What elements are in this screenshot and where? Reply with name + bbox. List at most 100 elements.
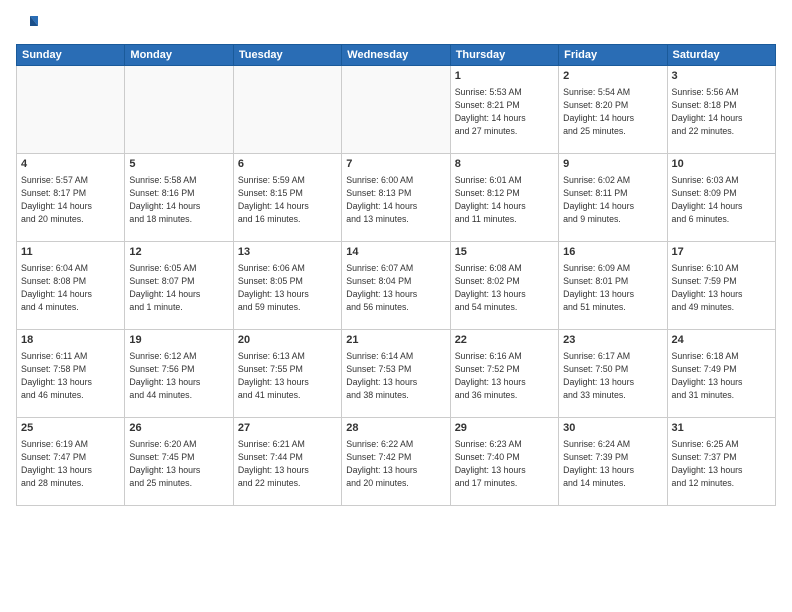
calendar-cell: 3 Sunrise: 5:56 AMSunset: 8:18 PMDaylight… xyxy=(667,66,775,154)
logo xyxy=(16,12,44,36)
day-info: Sunrise: 5:58 AMSunset: 8:16 PMDaylight:… xyxy=(129,174,228,225)
day-header-friday: Friday xyxy=(559,45,667,66)
calendar-cell: 5 Sunrise: 5:58 AMSunset: 8:16 PMDaylight… xyxy=(125,154,233,242)
day-number: 5 xyxy=(129,157,228,172)
day-info: Sunrise: 5:59 AMSunset: 8:15 PMDaylight:… xyxy=(238,174,337,225)
day-number: 9 xyxy=(563,157,662,172)
calendar-cell: 22 Sunrise: 6:16 AMSunset: 7:52 PMDayligh… xyxy=(450,330,558,418)
week-row-5: 25 Sunrise: 6:19 AMSunset: 7:47 PMDayligh… xyxy=(17,418,776,506)
day-number: 23 xyxy=(563,333,662,348)
day-number: 24 xyxy=(672,333,771,348)
day-number: 29 xyxy=(455,421,554,436)
day-number: 15 xyxy=(455,245,554,260)
day-info: Sunrise: 6:22 AMSunset: 7:42 PMDaylight:… xyxy=(346,438,445,489)
day-info: Sunrise: 6:13 AMSunset: 7:55 PMDaylight:… xyxy=(238,350,337,401)
day-number: 31 xyxy=(672,421,771,436)
day-header-sunday: Sunday xyxy=(17,45,125,66)
day-info: Sunrise: 6:07 AMSunset: 8:04 PMDaylight:… xyxy=(346,262,445,313)
day-number: 26 xyxy=(129,421,228,436)
day-number: 17 xyxy=(672,245,771,260)
calendar-cell: 4 Sunrise: 5:57 AMSunset: 8:17 PMDaylight… xyxy=(17,154,125,242)
day-number: 28 xyxy=(346,421,445,436)
day-header-tuesday: Tuesday xyxy=(233,45,341,66)
page: SundayMondayTuesdayWednesdayThursdayFrid… xyxy=(0,0,792,612)
calendar-cell: 29Sunrise: 6:23 AMSunset: 7:40 PMDayligh… xyxy=(450,418,558,506)
day-header-wednesday: Wednesday xyxy=(342,45,450,66)
calendar-cell: 24 Sunrise: 6:18 AMSunset: 7:49 PMDayligh… xyxy=(667,330,775,418)
day-number: 16 xyxy=(563,245,662,260)
day-info: Sunrise: 6:21 AMSunset: 7:44 PMDaylight:… xyxy=(238,438,337,489)
day-number: 13 xyxy=(238,245,337,260)
day-info: Sunrise: 6:10 AMSunset: 7:59 PMDaylight:… xyxy=(672,262,771,313)
calendar-cell: 9 Sunrise: 6:02 AMSunset: 8:11 PMDaylight… xyxy=(559,154,667,242)
day-info: Sunrise: 6:24 AMSunset: 7:39 PMDaylight:… xyxy=(563,438,662,489)
day-info: Sunrise: 6:19 AMSunset: 7:47 PMDaylight:… xyxy=(21,438,120,489)
day-info: Sunrise: 6:02 AMSunset: 8:11 PMDaylight:… xyxy=(563,174,662,225)
calendar-cell: 30Sunrise: 6:24 AMSunset: 7:39 PMDayligh… xyxy=(559,418,667,506)
day-info: Sunrise: 6:18 AMSunset: 7:49 PMDaylight:… xyxy=(672,350,771,401)
calendar-cell: 16 Sunrise: 6:09 AMSunset: 8:01 PMDayligh… xyxy=(559,242,667,330)
calendar-cell: 21Sunrise: 6:14 AMSunset: 7:53 PMDayligh… xyxy=(342,330,450,418)
calendar-cell: 13 Sunrise: 6:06 AMSunset: 8:05 PMDayligh… xyxy=(233,242,341,330)
day-header-saturday: Saturday xyxy=(667,45,775,66)
day-info: Sunrise: 5:54 AMSunset: 8:20 PMDaylight:… xyxy=(563,86,662,137)
calendar-cell xyxy=(17,66,125,154)
calendar-cell xyxy=(125,66,233,154)
day-number: 25 xyxy=(21,421,120,436)
day-info: Sunrise: 6:11 AMSunset: 7:58 PMDaylight:… xyxy=(21,350,120,401)
day-number: 22 xyxy=(455,333,554,348)
week-row-2: 4 Sunrise: 5:57 AMSunset: 8:17 PMDaylight… xyxy=(17,154,776,242)
day-number: 10 xyxy=(672,157,771,172)
calendar-cell: 12 Sunrise: 6:05 AMSunset: 8:07 PMDayligh… xyxy=(125,242,233,330)
day-info: Sunrise: 6:09 AMSunset: 8:01 PMDaylight:… xyxy=(563,262,662,313)
calendar-header-row: SundayMondayTuesdayWednesdayThursdayFrid… xyxy=(17,45,776,66)
day-number: 11 xyxy=(21,245,120,260)
calendar-cell: 8Sunrise: 6:01 AMSunset: 8:12 PMDaylight… xyxy=(450,154,558,242)
day-header-monday: Monday xyxy=(125,45,233,66)
week-row-1: 1Sunrise: 5:53 AMSunset: 8:21 PMDaylight… xyxy=(17,66,776,154)
day-number: 7 xyxy=(346,157,445,172)
calendar-cell: 15 Sunrise: 6:08 AMSunset: 8:02 PMDayligh… xyxy=(450,242,558,330)
calendar-cell: 27 Sunrise: 6:21 AMSunset: 7:44 PMDayligh… xyxy=(233,418,341,506)
day-number: 18 xyxy=(21,333,120,348)
day-info: Sunrise: 6:16 AMSunset: 7:52 PMDaylight:… xyxy=(455,350,554,401)
calendar-cell: 17 Sunrise: 6:10 AMSunset: 7:59 PMDayligh… xyxy=(667,242,775,330)
day-number: 6 xyxy=(238,157,337,172)
day-info: Sunrise: 5:57 AMSunset: 8:17 PMDaylight:… xyxy=(21,174,120,225)
day-number: 12 xyxy=(129,245,228,260)
calendar-cell: 18 Sunrise: 6:11 AMSunset: 7:58 PMDayligh… xyxy=(17,330,125,418)
day-number: 2 xyxy=(563,69,662,84)
logo-icon xyxy=(16,12,40,36)
day-number: 8 xyxy=(455,157,554,172)
calendar-cell: 10Sunrise: 6:03 AMSunset: 8:09 PMDayligh… xyxy=(667,154,775,242)
day-number: 27 xyxy=(238,421,337,436)
calendar-cell: 28 Sunrise: 6:22 AMSunset: 7:42 PMDayligh… xyxy=(342,418,450,506)
day-info: Sunrise: 6:17 AMSunset: 7:50 PMDaylight:… xyxy=(563,350,662,401)
calendar-cell: 14Sunrise: 6:07 AMSunset: 8:04 PMDayligh… xyxy=(342,242,450,330)
day-info: Sunrise: 6:08 AMSunset: 8:02 PMDaylight:… xyxy=(455,262,554,313)
calendar-cell: 6 Sunrise: 5:59 AMSunset: 8:15 PMDaylight… xyxy=(233,154,341,242)
calendar-cell: 7 Sunrise: 6:00 AMSunset: 8:13 PMDaylight… xyxy=(342,154,450,242)
calendar-cell xyxy=(342,66,450,154)
week-row-3: 11 Sunrise: 6:04 AMSunset: 8:08 PMDayligh… xyxy=(17,242,776,330)
day-info: Sunrise: 6:20 AMSunset: 7:45 PMDaylight:… xyxy=(129,438,228,489)
day-info: Sunrise: 6:05 AMSunset: 8:07 PMDaylight:… xyxy=(129,262,228,313)
day-number: 21 xyxy=(346,333,445,348)
day-info: Sunrise: 6:00 AMSunset: 8:13 PMDaylight:… xyxy=(346,174,445,225)
day-number: 19 xyxy=(129,333,228,348)
calendar-cell: 23 Sunrise: 6:17 AMSunset: 7:50 PMDayligh… xyxy=(559,330,667,418)
day-info: Sunrise: 6:06 AMSunset: 8:05 PMDaylight:… xyxy=(238,262,337,313)
header xyxy=(16,12,776,36)
day-info: Sunrise: 6:25 AMSunset: 7:37 PMDaylight:… xyxy=(672,438,771,489)
day-info: Sunrise: 6:04 AMSunset: 8:08 PMDaylight:… xyxy=(21,262,120,313)
calendar-cell xyxy=(233,66,341,154)
calendar-cell: 2 Sunrise: 5:54 AMSunset: 8:20 PMDaylight… xyxy=(559,66,667,154)
calendar-cell: 11 Sunrise: 6:04 AMSunset: 8:08 PMDayligh… xyxy=(17,242,125,330)
day-info: Sunrise: 5:56 AMSunset: 8:18 PMDaylight:… xyxy=(672,86,771,137)
day-header-thursday: Thursday xyxy=(450,45,558,66)
day-number: 3 xyxy=(672,69,771,84)
day-number: 4 xyxy=(21,157,120,172)
calendar-cell: 26 Sunrise: 6:20 AMSunset: 7:45 PMDayligh… xyxy=(125,418,233,506)
week-row-4: 18 Sunrise: 6:11 AMSunset: 7:58 PMDayligh… xyxy=(17,330,776,418)
day-number: 1 xyxy=(455,69,554,84)
